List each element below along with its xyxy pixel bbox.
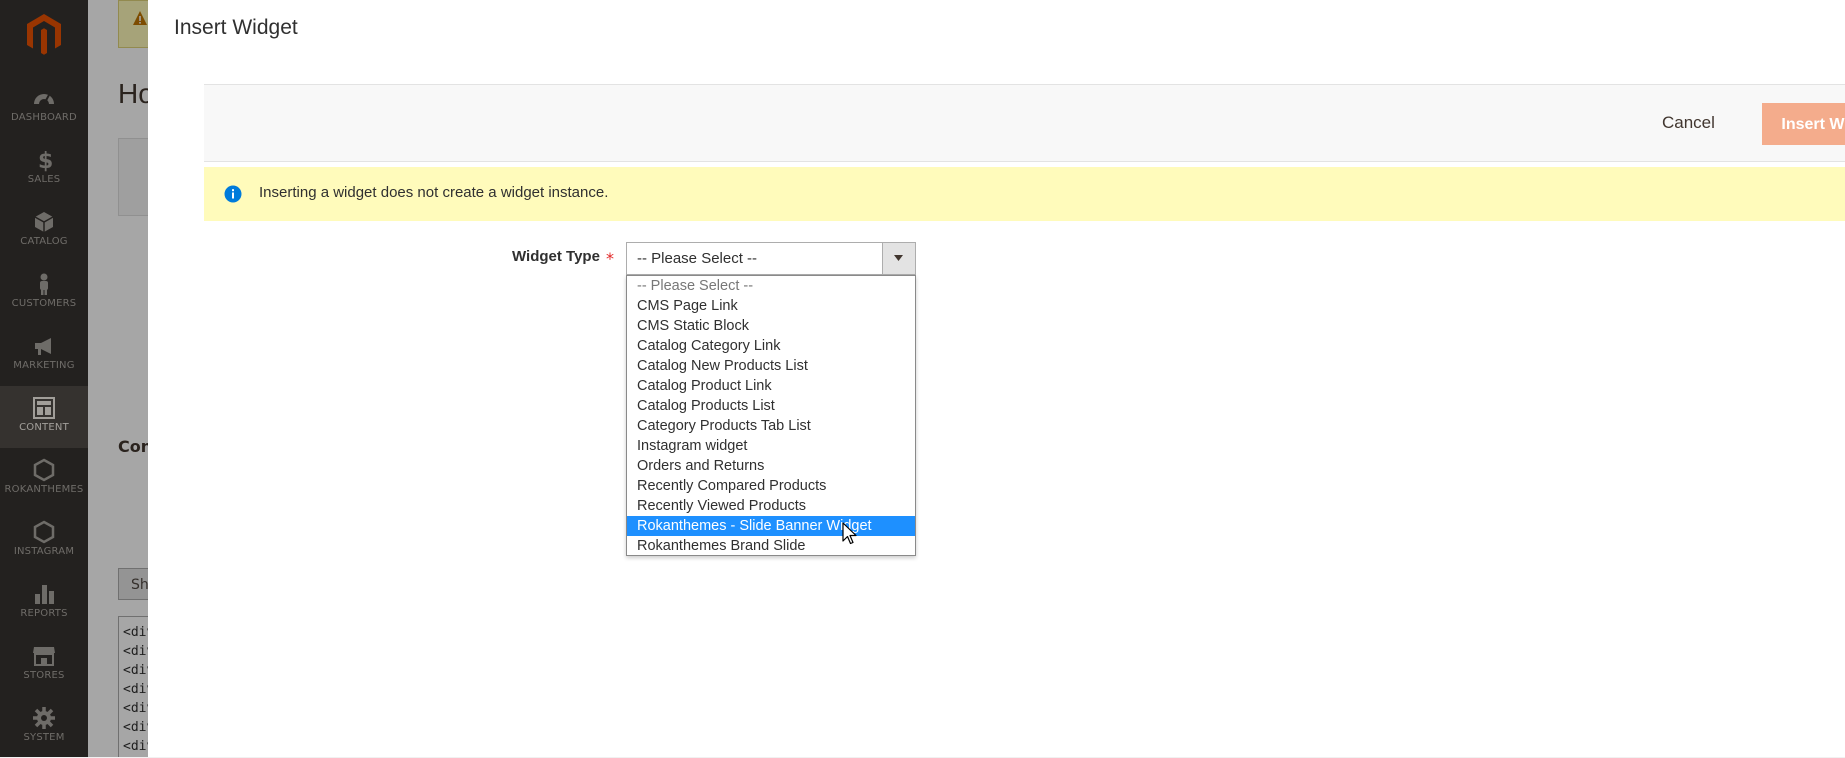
cancel-button[interactable]: Cancel (1662, 107, 1715, 139)
widget-type-selected-value: -- Please Select -- (637, 250, 758, 267)
widget-type-dropdown: -- Please Select -- CMS Page Link CMS St… (626, 275, 916, 556)
modal-actions-bar: Cancel Insert Widget (204, 84, 1845, 162)
dropdown-option[interactable]: Orders and Returns (627, 456, 915, 476)
notice-text: Inserting a widget does not create a wid… (259, 184, 609, 201)
widget-type-label: Widget Type (512, 248, 600, 265)
dropdown-option[interactable]: -- Please Select -- (627, 276, 915, 296)
dropdown-option[interactable]: Catalog Category Link (627, 336, 915, 356)
dropdown-option[interactable]: Catalog Product Link (627, 376, 915, 396)
info-icon (224, 185, 242, 203)
dropdown-option-highlighted[interactable]: Rokanthemes - Slide Banner Widget (627, 516, 915, 536)
dropdown-option[interactable]: CMS Static Block (627, 316, 915, 336)
mouse-pointer-icon (842, 522, 857, 545)
chevron-down-icon (894, 255, 903, 261)
widget-type-select[interactable]: -- Please Select -- (626, 242, 916, 275)
dropdown-option[interactable]: CMS Page Link (627, 296, 915, 316)
dropdown-option[interactable]: Recently Compared Products (627, 476, 915, 496)
dropdown-option[interactable]: Catalog New Products List (627, 356, 915, 376)
modal-title: Insert Widget (174, 16, 298, 39)
dropdown-option[interactable]: Category Products Tab List (627, 416, 915, 436)
dropdown-option[interactable]: Recently Viewed Products (627, 496, 915, 516)
select-toggle[interactable] (882, 243, 915, 274)
insert-widget-button[interactable]: Insert Widget (1762, 103, 1845, 145)
dropdown-option[interactable]: Instagram widget (627, 436, 915, 456)
dropdown-option[interactable]: Catalog Products List (627, 396, 915, 416)
required-marker: * (606, 249, 614, 268)
dropdown-option[interactable]: Rokanthemes Brand Slide (627, 536, 915, 556)
insert-widget-modal: Insert Widget Cancel Insert Widget Inser… (148, 0, 1845, 757)
info-notice: Inserting a widget does not create a wid… (204, 167, 1845, 221)
